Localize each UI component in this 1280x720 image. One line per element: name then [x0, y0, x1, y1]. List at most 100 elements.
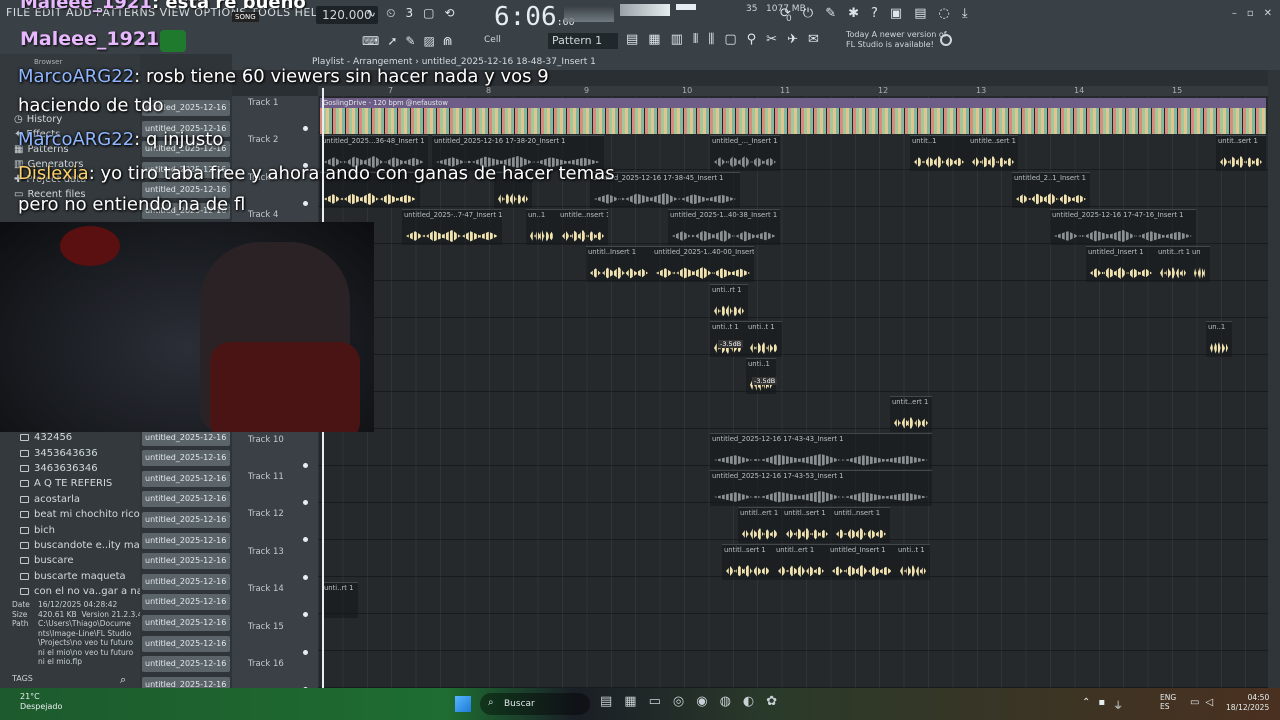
- clip-source-button[interactable]: untitled_2025-12-16 18-: [142, 656, 230, 673]
- chevron-up-icon[interactable]: ⌃: [1082, 697, 1090, 712]
- speaker-icon[interactable]: ◁: [1205, 697, 1213, 708]
- audio-clip[interactable]: untit..1: [910, 135, 968, 171]
- restore-icon[interactable]: ▫: [1247, 8, 1254, 19]
- playlist-grid[interactable]: [318, 96, 1268, 688]
- audio-clip[interactable]: unti..t 1: [896, 544, 930, 580]
- minimize-icon[interactable]: –: [1232, 8, 1237, 19]
- network-icon[interactable]: ▭: [1190, 697, 1199, 708]
- audio-clip[interactable]: unti..rt 1: [322, 582, 358, 618]
- track-header-label[interactable]: Track 1: [248, 98, 278, 108]
- audio-clip[interactable]: unti..1: [746, 358, 776, 394]
- wait-icon[interactable]: ⏲: [386, 6, 395, 21]
- master-volume[interactable]: [620, 4, 670, 16]
- master-pitch[interactable]: [676, 4, 696, 10]
- audio-clip[interactable]: untitl..ert 1: [774, 544, 828, 580]
- clip-source-button[interactable]: untitled_2025-12-16 18-: [142, 512, 230, 528]
- track-mute-button[interactable]: [303, 126, 308, 131]
- track-header-label[interactable]: Track 13: [248, 547, 284, 557]
- clip-source-button[interactable]: untitled_2025-12-16 18-: [142, 573, 230, 590]
- snap-select[interactable]: Cell: [484, 35, 501, 45]
- audio-clip[interactable]: untitled_2025-12-16 17-47-16_Insert 1: [1050, 209, 1196, 245]
- weather-widget[interactable]: 21°C Despejado: [20, 692, 62, 712]
- track-header-label[interactable]: Track 4: [248, 210, 278, 220]
- audio-clip[interactable]: untit..ert 1: [890, 396, 932, 432]
- audio-clip[interactable]: untitled_2025-..7-47_Insert 1: [402, 209, 502, 245]
- audio-clip-main[interactable]: GoslingDrive - 120 bpm @nefaustow: [320, 98, 1266, 134]
- audio-clip[interactable]: untitl..ert 1: [738, 507, 782, 543]
- track-mute-button[interactable]: [303, 574, 308, 580]
- audio-clip[interactable]: unti..rt 1: [710, 284, 748, 320]
- chat-icon[interactable]: ◌: [939, 6, 950, 21]
- timeline-ruler[interactable]: 7 8 9 10 11 12 13 14 15: [318, 86, 1268, 96]
- audio-clip[interactable]: untitled_Insert 1: [828, 544, 896, 580]
- keyboard-icon[interactable]: ⌨: [362, 34, 379, 48]
- audio-clip[interactable]: untit..sert 1: [1216, 135, 1266, 171]
- clip-source-button[interactable]: untitled_2025-12-16 18-: [142, 594, 230, 611]
- audio-clip[interactable]: untitl..nsert 1: [832, 507, 890, 543]
- loop-record-icon[interactable]: ⟲: [444, 6, 454, 21]
- clip-source-button[interactable]: untitled_2025-12-16 18-: [142, 615, 230, 631]
- widget-icon[interactable]: ▤: [600, 694, 612, 709]
- audio-clip[interactable]: un: [1190, 246, 1210, 282]
- blend-icon[interactable]: ▢: [423, 6, 434, 21]
- audio-clip[interactable]: untitl..sert 1: [722, 544, 774, 580]
- audio-clip[interactable]: unti..t 1: [746, 321, 782, 357]
- arrow-tool-icon[interactable]: ➚: [387, 34, 397, 48]
- news-icon[interactable]: [940, 34, 952, 46]
- folder-icon[interactable]: ▭: [649, 694, 661, 709]
- song-mode-toggle[interactable]: SONG: [232, 12, 259, 22]
- fl-studio-icon[interactable]: ✿: [766, 694, 777, 709]
- search-icon[interactable]: ⌕: [120, 673, 126, 687]
- audio-clip[interactable]: untitl..Insert 1: [586, 246, 652, 282]
- mic-icon[interactable]: ⏚: [1113, 697, 1123, 712]
- plugin-icon[interactable]: ▢: [724, 32, 736, 47]
- mic-icon[interactable]: ✎: [825, 6, 836, 21]
- magnet-icon[interactable]: ⋒: [443, 34, 453, 48]
- track-header-label[interactable]: Track 12: [248, 509, 284, 519]
- track-header-label[interactable]: Track 11: [248, 472, 284, 482]
- discord-icon[interactable]: ◐: [743, 694, 754, 709]
- browser-icon[interactable]: ⫼: [708, 32, 714, 47]
- track-mute-button[interactable]: [303, 500, 308, 505]
- audio-clip[interactable]: untitled_2025-12-16 17-43-53_Insert 1: [710, 470, 932, 506]
- clip-source-button[interactable]: untitled_2025-12-16 18-: [142, 450, 230, 467]
- song-position-display[interactable]: 6:06:00: [494, 2, 575, 32]
- track-header-label[interactable]: Track 10: [248, 435, 284, 445]
- download-icon[interactable]: ⤓: [962, 6, 968, 21]
- piano-roll-icon[interactable]: ▦: [648, 32, 660, 47]
- channel-rack-icon[interactable]: ▥: [671, 32, 683, 47]
- tools-icon[interactable]: ✱: [848, 6, 859, 21]
- obs-icon[interactable]: ◍: [720, 694, 731, 709]
- clip-source-button[interactable]: untitled_2025-12-16 18-: [142, 470, 230, 487]
- info-icon[interactable]: ✉: [808, 32, 819, 47]
- file-explorer-icon[interactable]: ▦: [624, 694, 636, 709]
- track-header-label[interactable]: Track 16: [248, 659, 284, 669]
- audio-clip[interactable]: un..1: [526, 209, 558, 245]
- audio-clip[interactable]: untitle..sert 1: [968, 135, 1018, 171]
- pattern-selector[interactable]: Pattern 1: [548, 33, 618, 49]
- audio-clip[interactable]: un..1: [1206, 321, 1232, 357]
- metronome-icon[interactable]: ∿: [366, 6, 376, 21]
- track-header-label[interactable]: Track 2: [248, 135, 278, 145]
- clock[interactable]: 04:50 18/12/2025: [1226, 693, 1269, 713]
- app-icon[interactable]: ◉: [696, 694, 707, 709]
- countdown-icon[interactable]: 3: [405, 6, 413, 21]
- update-notice[interactable]: Today A newer version of FL Studio is ava…: [846, 30, 947, 50]
- audio-clip[interactable]: untit..rt 1: [1156, 246, 1190, 282]
- close-icon[interactable]: ✕: [1264, 8, 1272, 19]
- search-input[interactable]: Buscar: [480, 693, 590, 715]
- render-icon[interactable]: ▤: [914, 6, 926, 21]
- power-icon[interactable]: ⏻: [803, 6, 813, 21]
- playlist-icon[interactable]: ▤: [626, 32, 638, 47]
- audio-clip[interactable]: untitle..nsert 1: [558, 209, 608, 245]
- audio-clip[interactable]: untitled_2025-12-16 17-43-43_Insert 1: [710, 433, 932, 469]
- pen-tool-icon[interactable]: ✎: [405, 34, 415, 48]
- clip-source-button[interactable]: untitled_2025-12-16 18-: [142, 553, 230, 570]
- language-indicator[interactable]: ENG ES: [1160, 693, 1176, 711]
- start-icon[interactable]: [455, 696, 471, 712]
- track-mute-button[interactable]: [303, 649, 308, 655]
- track-mute-button[interactable]: [303, 200, 308, 206]
- tray-app-icon[interactable]: ▪: [1098, 697, 1105, 712]
- audio-clip[interactable]: unti..t 1: [710, 321, 746, 357]
- audio-clip[interactable]: untitled_Insert 1: [1086, 246, 1156, 282]
